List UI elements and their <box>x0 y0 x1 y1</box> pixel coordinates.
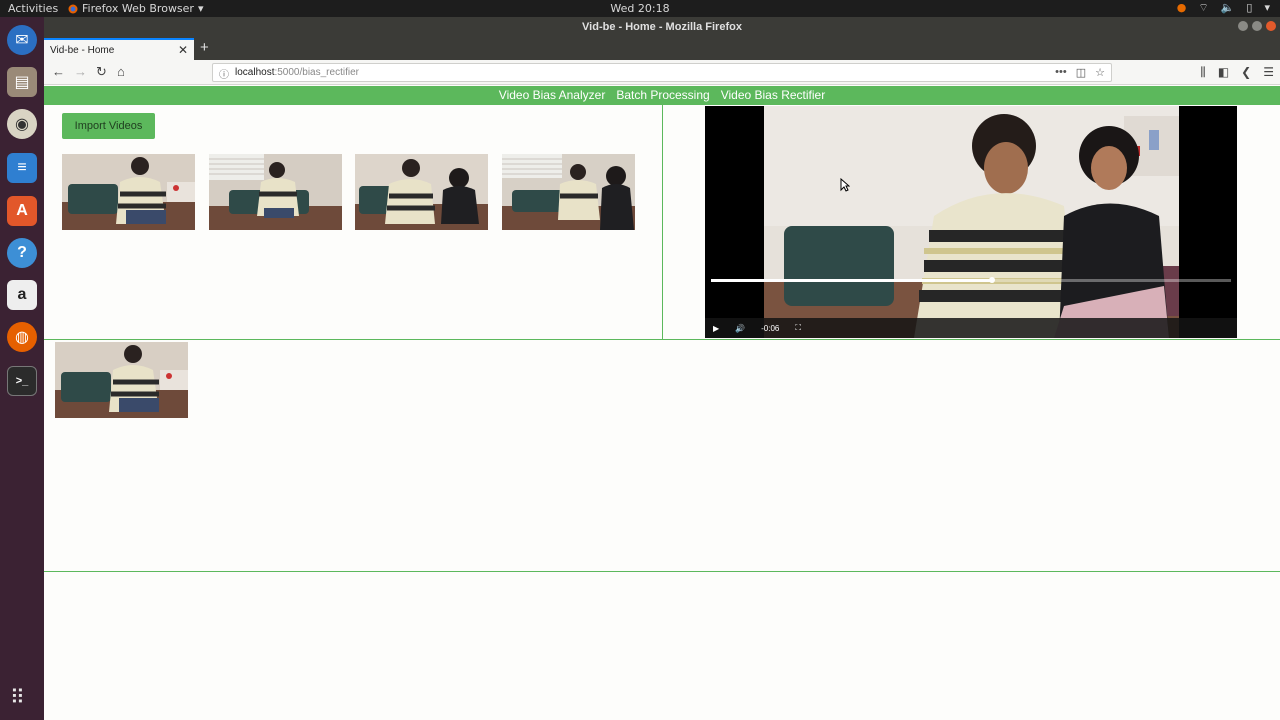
play-icon[interactable]: ▶ <box>713 324 719 333</box>
forward-button[interactable]: → <box>74 64 87 79</box>
firefox-icon[interactable]: ◍ <box>7 322 37 352</box>
volume-icon: 🔈 <box>1220 1 1235 14</box>
window-title-bar: Vid-be - Home - Mozilla Firefox <box>44 17 1280 38</box>
launcher-dock: ✉ ▤ ◉ ≡ A ? a ◍ >_ ⠿ <box>0 17 44 720</box>
video-thumbnail[interactable] <box>355 154 488 230</box>
close-window-button[interactable] <box>1266 21 1276 31</box>
tab-title: Vid-be - Home <box>50 45 115 56</box>
page-actions-menu-icon[interactable]: ••• <box>1055 66 1067 79</box>
volume-icon[interactable]: 🔊 <box>735 324 745 333</box>
video-controls: ▶ 🔊 -0:06 ⛶ <box>705 318 1237 338</box>
progress-knob[interactable] <box>988 277 995 283</box>
nav-batch-processing[interactable]: Batch Processing <box>616 88 709 105</box>
terminal-icon[interactable]: >_ <box>7 366 37 396</box>
result-video-thumbnail[interactable] <box>55 342 188 418</box>
preview-panel: ▶ 🔊 -0:06 ⛶ <box>664 105 1280 339</box>
tab-strip: Vid-be - Home ✕ + <box>44 38 1280 60</box>
video-frame <box>764 106 1179 338</box>
new-tab-button[interactable]: + <box>200 39 209 56</box>
software-center-icon[interactable]: A <box>7 196 37 226</box>
help-icon[interactable]: ? <box>7 238 37 268</box>
close-tab-icon[interactable]: ✕ <box>178 43 188 57</box>
time-remaining: -0:06 <box>761 323 780 333</box>
window-controls <box>1238 21 1276 31</box>
video-progress-bar[interactable] <box>711 277 1231 283</box>
system-tray[interactable]: ● ⌔ 🔈 ▯ ▾ <box>1177 1 1270 15</box>
nav-video-bias-rectifier[interactable]: Video Bias Rectifier <box>721 88 826 105</box>
minimize-button[interactable] <box>1238 21 1248 31</box>
video-player[interactable]: ▶ 🔊 -0:06 ⛶ <box>705 106 1237 338</box>
progress-fill <box>711 279 992 282</box>
writer-icon[interactable]: ≡ <box>7 153 37 183</box>
system-top-bar: Activities Firefox Web Browser ▾ Wed 20:… <box>0 0 1280 17</box>
rhythmbox-icon[interactable]: ◉ <box>7 109 37 139</box>
home-button[interactable]: ⌂ <box>117 64 125 79</box>
bookmark-star-icon[interactable]: ☆ <box>1095 66 1105 79</box>
library-icon[interactable]: ⫼ <box>1200 65 1206 80</box>
nav-video-bias-analyzer[interactable]: Video Bias Analyzer <box>499 88 606 105</box>
web-page: Video Bias Analyzer Batch Processing Vid… <box>44 86 1280 720</box>
window-title: Vid-be - Home - Mozilla Firefox <box>582 21 742 33</box>
clock[interactable]: Wed 20:18 <box>0 2 1280 15</box>
battery-icon: ▯ <box>1246 1 1253 14</box>
amazon-icon[interactable]: a <box>7 280 37 310</box>
import-videos-button[interactable]: Import Videos <box>62 113 155 139</box>
page-actions: ••• ◫ ☆ <box>1055 66 1105 79</box>
fullscreen-icon[interactable]: ⛶ <box>795 323 801 333</box>
wifi-icon: ⌔ <box>1198 1 1209 14</box>
thunderbird-icon[interactable]: ✉ <box>7 25 37 55</box>
url-bar[interactable]: ⓘ localhost:5000/bias_rectifier ••• ◫ ☆ <box>212 63 1112 82</box>
chevron-left-icon[interactable]: ❮ <box>1241 65 1251 80</box>
site-nav: Video Bias Analyzer Batch Processing Vid… <box>44 86 1280 105</box>
url-host: localhost <box>235 67 275 78</box>
video-library-panel: Import Videos <box>44 105 663 339</box>
sidebar-icon[interactable]: ◧ <box>1218 65 1229 80</box>
maximize-button[interactable] <box>1252 21 1262 31</box>
mouse-cursor-icon <box>840 178 850 192</box>
result-panel <box>44 339 1280 572</box>
navigation-toolbar: ← → ↻ ⌂ ⓘ localhost:5000/bias_rectifier … <box>44 60 1280 85</box>
video-thumbnail[interactable] <box>502 154 635 230</box>
video-thumbnail[interactable] <box>209 154 342 230</box>
chevron-down-icon: ▾ <box>1264 1 1270 14</box>
info-icon[interactable]: ⓘ <box>219 66 229 81</box>
pocket-icon[interactable]: ◫ <box>1076 66 1086 79</box>
show-applications-icon[interactable]: ⠿ <box>10 685 25 710</box>
files-icon[interactable]: ▤ <box>7 67 37 97</box>
notification-dot-icon: ● <box>1176 1 1187 14</box>
url-path: :5000/bias_rectifier <box>274 67 359 78</box>
video-thumbnail[interactable] <box>62 154 195 230</box>
reload-button[interactable]: ↻ <box>96 64 107 80</box>
toolbar-right: ⫼ ◧ ❮ ☰ <box>1200 65 1274 80</box>
back-button[interactable]: ← <box>52 64 65 79</box>
hamburger-menu-icon[interactable]: ☰ <box>1263 65 1274 80</box>
browser-tab[interactable]: Vid-be - Home ✕ <box>44 38 194 60</box>
